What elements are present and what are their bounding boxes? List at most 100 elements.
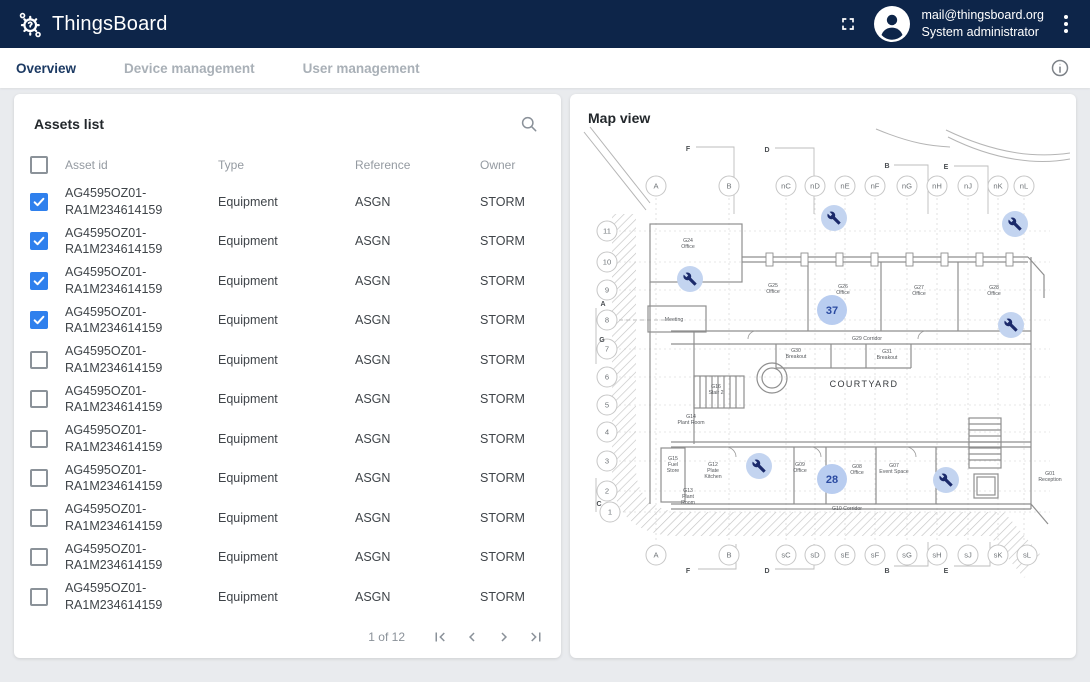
svg-text:sJ: sJ: [964, 551, 972, 560]
more-menu-button[interactable]: [1056, 9, 1076, 39]
row-checkbox[interactable]: [30, 193, 48, 211]
svg-text:Office: Office: [766, 289, 780, 295]
tab-device-management[interactable]: Device management: [122, 57, 257, 80]
svg-text:Office: Office: [681, 244, 695, 250]
asset-marker-wrench[interactable]: [677, 266, 703, 292]
table-header: Asset id Type Reference Owner: [14, 148, 561, 182]
reference-cell: ASGN: [355, 274, 465, 288]
room-label: G07Event Space: [879, 463, 909, 475]
column-asset-id: Asset id: [65, 158, 203, 172]
room-label: G09Office: [793, 462, 807, 474]
fullscreen-button[interactable]: [834, 10, 862, 38]
user-avatar[interactable]: [874, 6, 910, 42]
asset-marker-count[interactable]: 28: [817, 464, 847, 494]
room-label: G24Office: [681, 238, 695, 250]
room-label: G27Office: [912, 285, 926, 297]
room-label: G26Office: [836, 284, 850, 296]
svg-text:4: 4: [605, 428, 609, 437]
svg-text:nF: nF: [871, 182, 880, 191]
room-label: G14Plant Room: [677, 414, 704, 426]
table-row: AG4595OZ01-RA1M234614159EquipmentASGNSTO…: [14, 577, 561, 617]
table-row: AG4595OZ01-RA1M234614159EquipmentASGNSTO…: [14, 498, 561, 538]
grid-axis-label: nJ: [958, 176, 978, 196]
tab-user-management[interactable]: User management: [301, 57, 422, 80]
row-checkbox[interactable]: [30, 351, 48, 369]
svg-text:Office: Office: [987, 291, 1001, 297]
grid-axis-label: nL: [1014, 176, 1034, 196]
next-page-button[interactable]: [493, 626, 515, 648]
grid-axis-label: sK: [988, 545, 1008, 565]
reference-cell: ASGN: [355, 353, 465, 367]
first-page-icon: [431, 628, 449, 646]
svg-text:nC: nC: [781, 182, 791, 191]
info-button[interactable]: [1046, 54, 1074, 82]
asset-id-cell: AG4595OZ01-RA1M234614159: [65, 185, 203, 218]
previous-page-button[interactable]: [461, 626, 483, 648]
svg-text:Breakout: Breakout: [877, 355, 898, 361]
svg-text:Event Space: Event Space: [879, 469, 909, 475]
svg-text:5: 5: [605, 401, 609, 410]
table-row: AG4595OZ01-RA1M234614159EquipmentASGNSTO…: [14, 182, 561, 222]
grid-axis-label: sC: [776, 545, 796, 565]
grid-axis-label: nH: [927, 176, 947, 196]
svg-text:11: 11: [603, 227, 611, 236]
floor-plan-site-lines: [584, 127, 1070, 210]
select-all-checkbox[interactable]: [30, 156, 48, 174]
gear-logo-icon: [16, 10, 44, 38]
row-checkbox[interactable]: [30, 469, 48, 487]
svg-text:Office: Office: [836, 290, 850, 296]
reference-cell: ASGN: [355, 432, 465, 446]
asset-marker-wrench[interactable]: [821, 205, 847, 231]
svg-text:Office: Office: [793, 468, 807, 474]
grid-axis-label: nG: [897, 176, 917, 196]
app-logo[interactable]: ThingsBoard: [16, 10, 168, 38]
grid-axis-label: 4: [597, 422, 617, 442]
row-checkbox[interactable]: [30, 509, 48, 527]
svg-text:nK: nK: [993, 182, 1002, 191]
tab-overview[interactable]: Overview: [14, 57, 78, 80]
grid-letter: F: [686, 146, 691, 153]
owner-cell: STORM: [480, 313, 545, 327]
row-checkbox[interactable]: [30, 272, 48, 290]
row-checkbox[interactable]: [30, 311, 48, 329]
row-checkbox[interactable]: [30, 232, 48, 250]
svg-text:Stair 2: Stair 2: [709, 390, 724, 396]
row-checkbox[interactable]: [30, 588, 48, 606]
type-cell: Equipment: [218, 550, 340, 564]
svg-text:sE: sE: [841, 551, 850, 560]
pagination: 1 of 12: [14, 616, 561, 658]
first-page-button[interactable]: [429, 626, 451, 648]
asset-marker-wrench[interactable]: [933, 467, 959, 493]
owner-cell: STORM: [480, 590, 545, 604]
grid-axis-label: nF: [865, 176, 885, 196]
reference-cell: ASGN: [355, 195, 465, 209]
asset-id-cell: AG4595OZ01-RA1M234614159: [65, 541, 203, 574]
tab-strip: Overview Device management User management: [0, 48, 1090, 88]
svg-text:3: 3: [605, 457, 609, 466]
grid-axis-label: A: [646, 176, 666, 196]
asset-marker-wrench[interactable]: [1002, 211, 1028, 237]
asset-marker-wrench[interactable]: [746, 453, 772, 479]
row-checkbox[interactable]: [30, 548, 48, 566]
svg-text:Breakout: Breakout: [786, 354, 807, 360]
owner-cell: STORM: [480, 353, 545, 367]
main-content: Assets list Asset id Type Reference Owne…: [0, 88, 1090, 658]
row-checkbox[interactable]: [30, 390, 48, 408]
owner-cell: STORM: [480, 195, 545, 209]
grid-axis-label: sE: [835, 545, 855, 565]
row-checkbox[interactable]: [30, 430, 48, 448]
reference-cell: ASGN: [355, 511, 465, 525]
room-label: G31Breakout: [877, 349, 898, 361]
room-label: G30Breakout: [786, 348, 807, 360]
svg-text:sC: sC: [781, 551, 791, 560]
search-button[interactable]: [515, 110, 543, 138]
last-page-button[interactable]: [525, 626, 547, 648]
asset-marker-count[interactable]: 37: [817, 295, 847, 325]
svg-text:sL: sL: [1023, 551, 1031, 560]
asset-marker-wrench[interactable]: [998, 312, 1024, 338]
type-cell: Equipment: [218, 511, 340, 525]
last-page-icon: [527, 628, 545, 646]
asset-id-cell: AG4595OZ01-RA1M234614159: [65, 501, 203, 534]
table-row: AG4595OZ01-RA1M234614159EquipmentASGNSTO…: [14, 537, 561, 577]
floor-plan[interactable]: ABnCnDnEnFnGnHnJnKnLABsCsDsEsFsGsHsJsKsL…: [576, 126, 1070, 597]
